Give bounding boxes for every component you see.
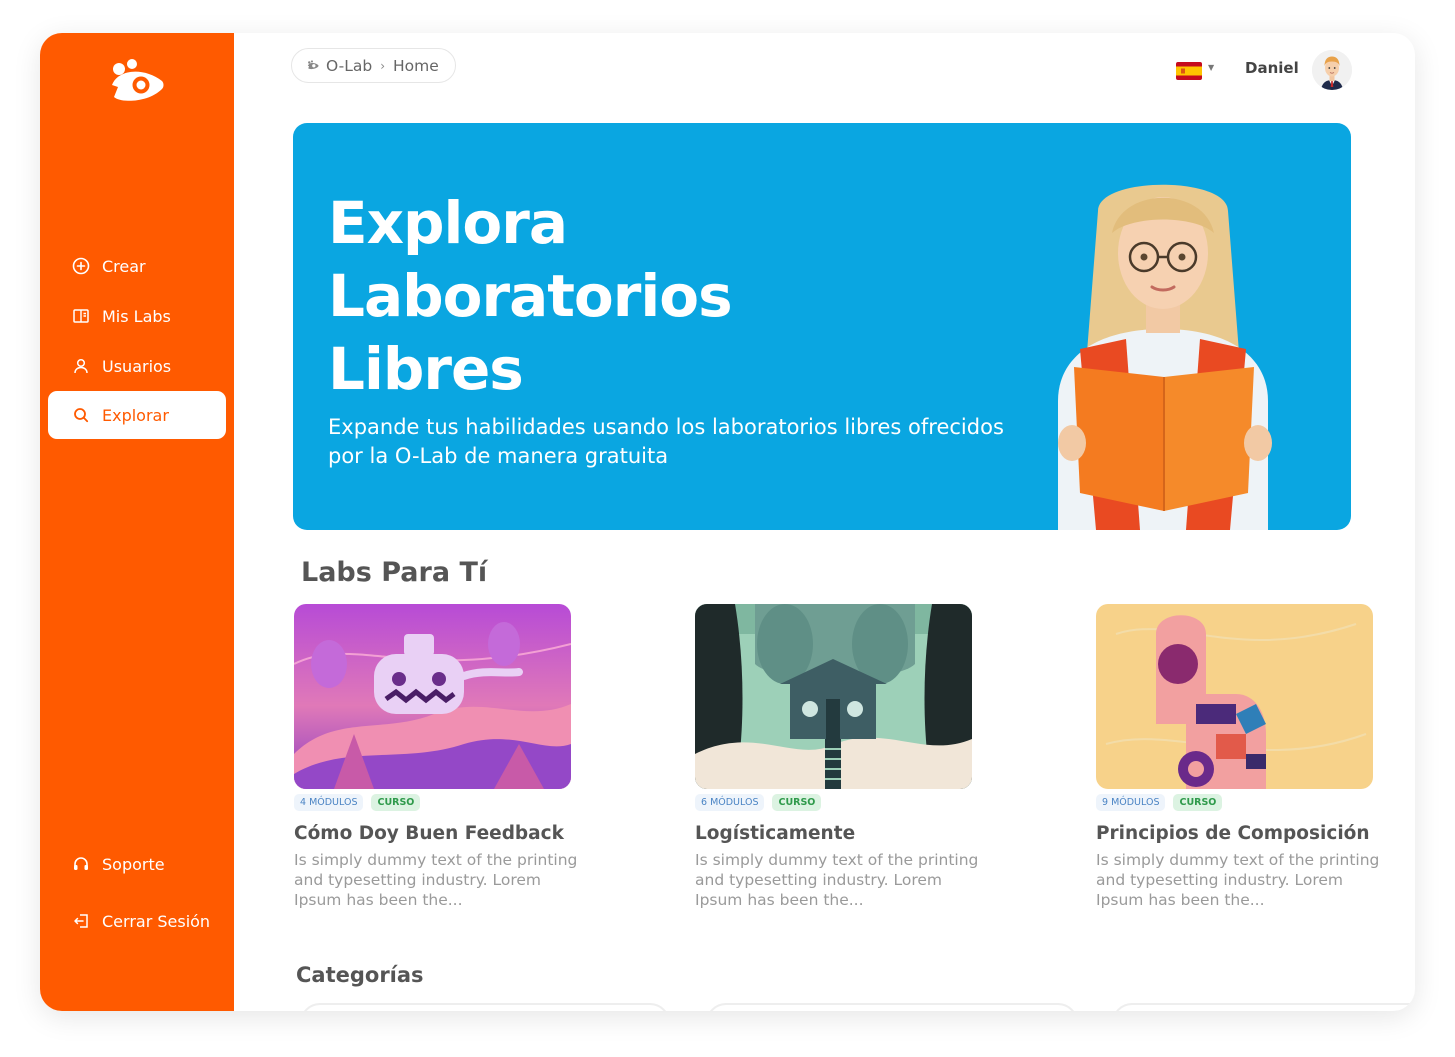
- book-icon: [71, 306, 91, 326]
- hero-title-line: Explora: [328, 189, 568, 257]
- spain-flag-icon[interactable]: [1176, 62, 1202, 80]
- modules-badge: 6 MÓDULOS: [695, 794, 765, 811]
- lab-card-title: Principios de Composición: [1096, 823, 1370, 844]
- category-card[interactable]: [706, 1003, 1078, 1011]
- hero-banner: Explora Laboratorios Libres Expande tus …: [293, 123, 1351, 530]
- categories-section-title: Categorías: [296, 963, 424, 987]
- course-badge: CURSO: [371, 794, 421, 811]
- user-name[interactable]: Daniel: [1245, 59, 1299, 77]
- lab-card-title: Logísticamente: [695, 823, 856, 844]
- sidebar-item-label: Mis Labs: [102, 306, 171, 326]
- sidebar-item-label: Explorar: [102, 405, 169, 425]
- hero-title-line: Libres: [328, 335, 524, 403]
- user-icon: [71, 356, 91, 376]
- sidebar-item-mis-labs[interactable]: Mis Labs: [48, 292, 226, 340]
- olab-small-icon: [306, 59, 320, 72]
- modules-badge: 4 MÓDULOS: [294, 794, 364, 811]
- lab-card-feedback[interactable]: 4 MÓDULOS CURSO Cómo Doy Buen Feedback I…: [294, 604, 594, 910]
- language-dropdown-caret-icon[interactable]: ▼: [1208, 63, 1214, 72]
- hero-girl-reading-illustration: [1028, 171, 1318, 530]
- hero-title: Explora Laboratorios Libres: [328, 187, 848, 406]
- sidebar-item-label: Usuarios: [102, 356, 172, 376]
- category-card[interactable]: [1112, 1003, 1412, 1011]
- sidebar-item-crear[interactable]: Crear: [48, 242, 226, 290]
- lab-card-badges: 9 MÓDULOS CURSO: [1096, 794, 1396, 812]
- sidebar-item-label: Soporte: [102, 854, 165, 874]
- sidebar-item-soporte[interactable]: Soporte: [48, 840, 226, 888]
- sidebar: Crear Mis Labs Usuarios Explorar Soporte: [40, 33, 234, 1011]
- lab-card-logisticamente[interactable]: 6 MÓDULOS CURSO Logísticamente Is simply…: [695, 604, 995, 910]
- lab-card-image: [1096, 604, 1373, 789]
- olab-logo-icon: [112, 59, 164, 101]
- lab-card-description: Is simply dummy text of the printing and…: [294, 851, 578, 909]
- lab-card-composicion[interactable]: 9 MÓDULOS CURSO Principios de Composició…: [1096, 604, 1396, 910]
- course-badge: CURSO: [772, 794, 822, 811]
- lab-card-description: Is simply dummy text of the printing and…: [695, 851, 979, 909]
- breadcrumb: O-Lab › Home: [291, 48, 456, 83]
- plus-circle-icon: [71, 256, 91, 276]
- labs-section-title: Labs Para Tí: [301, 557, 488, 588]
- logout-icon: [71, 911, 91, 931]
- sidebar-item-explorar[interactable]: Explorar: [48, 391, 226, 439]
- sidebar-item-label: Cerrar Sesión: [102, 911, 211, 931]
- sidebar-item-usuarios[interactable]: Usuarios: [48, 342, 226, 390]
- search-icon: [71, 405, 91, 425]
- lab-card-image: [294, 604, 571, 789]
- sidebar-item-label: Crear: [102, 256, 146, 276]
- category-card[interactable]: [300, 1003, 670, 1011]
- lab-card-title: Cómo Doy Buen Feedback: [294, 823, 564, 844]
- course-badge: CURSO: [1173, 794, 1223, 811]
- hero-title-line: Laboratorios: [328, 262, 733, 330]
- lab-card-image: [695, 604, 972, 789]
- breadcrumb-root-link[interactable]: O-Lab: [326, 57, 372, 75]
- breadcrumb-separator: ›: [380, 58, 386, 73]
- lab-card-description: Is simply dummy text of the printing and…: [1096, 851, 1380, 909]
- main-content: O-Lab › Home ▼ Daniel Explora Laboratori…: [234, 33, 1415, 1011]
- headset-icon: [71, 854, 91, 874]
- breadcrumb-current: Home: [393, 56, 439, 75]
- lab-card-badges: 6 MÓDULOS CURSO: [695, 794, 995, 812]
- lab-card-badges: 4 MÓDULOS CURSO: [294, 794, 594, 812]
- modules-badge: 9 MÓDULOS: [1096, 794, 1166, 811]
- olab-logo[interactable]: [104, 57, 170, 115]
- sidebar-item-cerrar-sesion[interactable]: Cerrar Sesión: [48, 897, 226, 945]
- avatar[interactable]: [1312, 50, 1352, 90]
- hero-subtitle: Expande tus habilidades usando los labor…: [328, 415, 1004, 468]
- app-window: Crear Mis Labs Usuarios Explorar Soporte: [40, 33, 1415, 1011]
